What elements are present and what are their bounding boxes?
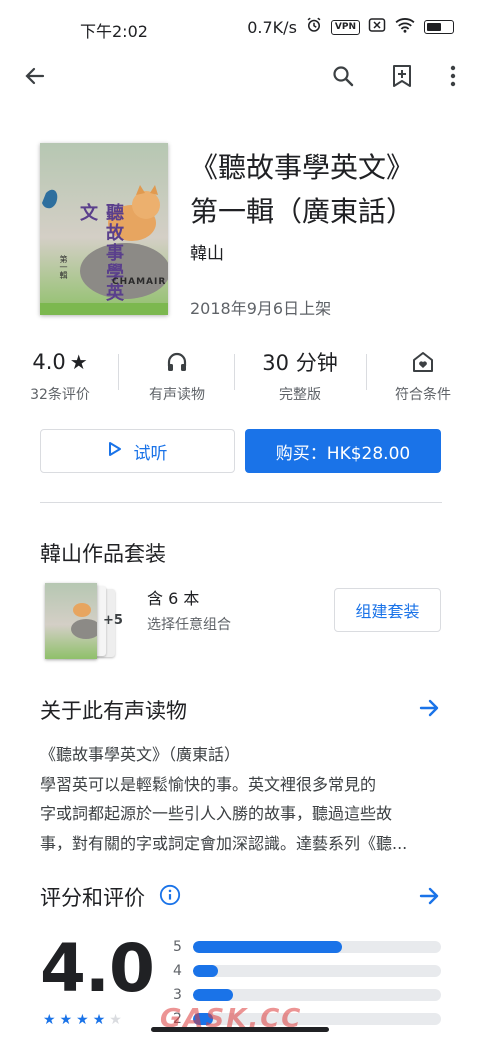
wifi-icon: [394, 17, 416, 37]
histogram-label: 5: [173, 939, 182, 955]
section-divider: [40, 502, 442, 503]
histogram-bar: [193, 989, 233, 1001]
stat-duration-value: 30 分钟: [262, 351, 338, 375]
histogram-track: [193, 989, 441, 1001]
stat-audiobook: 有声读物: [138, 348, 216, 404]
vpn-icon: VPN: [330, 19, 360, 35]
build-bundle-button[interactable]: 组建套装: [334, 588, 441, 632]
family-heart-icon: [386, 348, 460, 376]
about-line: 《聽故事學英文》（廣東話）: [40, 745, 241, 764]
net-speed: 0.7K/s: [247, 17, 297, 37]
bookmark-add-icon[interactable]: [386, 60, 418, 92]
buy-button[interactable]: 购买：HK$28.00: [245, 429, 441, 473]
book-title-line-2: 第一輯（廣東話）: [190, 195, 415, 228]
info-icon[interactable]: [159, 884, 181, 910]
star-icon: ★: [69, 350, 88, 374]
cover-volume: 第一輯: [59, 255, 68, 279]
bundle-cover: [45, 583, 97, 659]
stat-duration: 30 分钟 完整版: [252, 348, 348, 404]
search-icon[interactable]: [327, 60, 359, 92]
rating-stars: ★ ★ ★ ★ ★: [43, 1012, 122, 1028]
bundle-subtitle: 选择任意组合: [147, 617, 231, 633]
app-bar: [0, 52, 480, 100]
stat-divider: [366, 354, 367, 390]
about-line: 字或詞都起源於一些引人入勝的故事，聽過這些故: [40, 804, 393, 823]
star-icon: ★: [92, 1012, 106, 1028]
histogram-bar: [193, 965, 218, 977]
big-rating-value: 4.0: [40, 930, 155, 1007]
histogram-bar: [193, 941, 342, 953]
cat-head: [132, 191, 160, 219]
battery-icon: [424, 20, 454, 34]
arrow-forward-icon[interactable]: [417, 696, 441, 720]
headphones-icon: [138, 348, 216, 376]
back-arrow-icon[interactable]: [19, 60, 51, 92]
ratings-section-title: 评分和评价: [40, 886, 145, 910]
star-icon: ★: [59, 1012, 73, 1028]
preview-button[interactable]: 试听: [40, 429, 235, 473]
sim-off-icon: [368, 17, 386, 37]
battery-fill: [427, 23, 441, 31]
stat-divider: [118, 354, 119, 390]
about-description: 《聽故事學英文》（廣東話） 學習英可以是輕鬆愉快的事。英文裡很多常見的 字或詞都…: [40, 740, 445, 858]
histogram-track: [193, 941, 441, 953]
book-title: 《聽故事學英文》 第一輯（廣東話）: [190, 146, 460, 234]
cover-publisher: CHAMAIR: [112, 277, 167, 287]
about-line: 事，對有關的字或詞定會加深認識。達藝系列《聽...: [40, 833, 408, 853]
histogram-label: 3: [173, 987, 182, 1003]
play-icon: [108, 441, 122, 462]
bundle-section-title: 韓山作品套装: [40, 542, 166, 566]
about-line: 學習英可以是輕鬆愉快的事。英文裡很多常見的: [40, 774, 377, 794]
status-icons: 0.7K/s VPN: [247, 16, 454, 38]
stat-rating[interactable]: 4.0 ★ 32条评价: [22, 348, 98, 404]
book-cover[interactable]: 聽故事學英文 第一輯 CHAMAIR: [40, 143, 168, 315]
bundle-thumbnail[interactable]: +5: [45, 583, 127, 661]
home-indicator[interactable]: [151, 1027, 329, 1032]
bundle-count: 含 6 本: [147, 589, 200, 608]
star-icon: ★: [76, 1012, 89, 1028]
stat-duration-label: 完整版: [279, 387, 321, 403]
cover-title: 聽故事學英文: [77, 203, 124, 303]
stat-audiobook-label: 有声读物: [149, 387, 205, 403]
preview-label: 试听: [133, 443, 168, 464]
stat-rating-count: 32条评价: [30, 387, 90, 403]
stats-row: 4.0 ★ 32条评价 有声读物 30 分钟 完整版 符合条件: [0, 348, 480, 408]
bundle-more-count: +5: [103, 613, 123, 628]
book-title-line-1: 《聽故事學英文》: [190, 151, 415, 184]
histogram-track: [193, 965, 441, 977]
release-date: 2018年9月6日上架: [190, 299, 332, 318]
star-icon: ★: [43, 1012, 56, 1028]
more-vert-icon[interactable]: [437, 60, 469, 92]
histogram-row: 4: [173, 959, 443, 983]
author-link[interactable]: 韓山: [190, 239, 224, 264]
histogram-label: 4: [173, 963, 182, 979]
stat-divider: [234, 354, 235, 390]
ratings-header: 评分和评价: [40, 882, 181, 912]
alarm-icon: [305, 16, 323, 38]
stat-rating-value: 4.0: [32, 350, 66, 374]
histogram-row: 5: [173, 935, 443, 959]
star-icon: ★: [109, 1012, 122, 1028]
status-bar: 下午2:02 0.7K/s VPN: [0, 0, 480, 52]
stat-eligible-label: 符合条件: [395, 387, 451, 403]
stat-eligible[interactable]: 符合条件: [386, 348, 460, 404]
arrow-forward-icon[interactable]: [417, 884, 441, 908]
about-section-title[interactable]: 关于此有声读物: [40, 695, 187, 725]
status-time: 下午2:02: [80, 22, 148, 41]
